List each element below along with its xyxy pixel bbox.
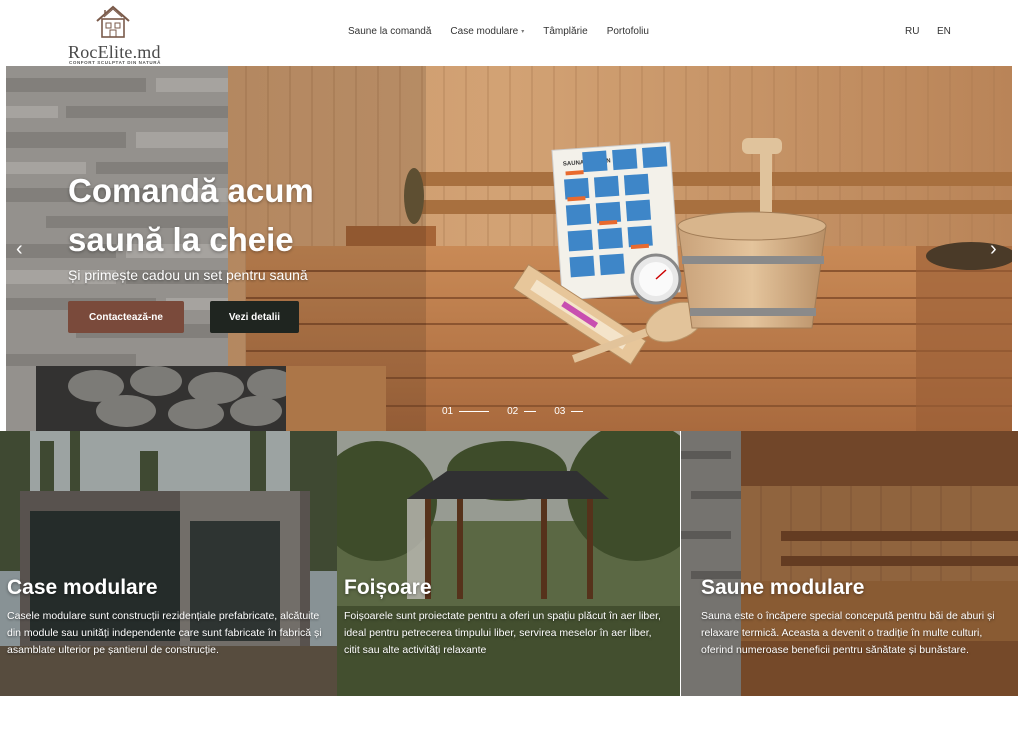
hero-subtitle: Și primește cadou un set pentru saună <box>68 267 308 283</box>
slide-dot-1[interactable]: 01 <box>442 406 490 417</box>
slider-pagination: 01 02 03 <box>442 406 584 417</box>
card-description: Casele modulare sunt construcții reziden… <box>7 610 322 656</box>
nav-label: Portofoliu <box>606 26 649 37</box>
nav-item-saune[interactable]: Saune la comandă <box>348 26 431 37</box>
hero-title: Comandă acum saună la cheie <box>68 172 314 258</box>
chevron-down-icon: ▾ <box>521 29 525 35</box>
card-foisoare[interactable]: Foișoare Foișoarele sunt proiectate pent… <box>337 431 680 696</box>
site-header: RocElite.md CONFORT SCULPTAT DIN NATURĂ … <box>0 0 1024 66</box>
card-saune-modulare[interactable]: Saune modulare Sauna este o încăpere spe… <box>681 431 1018 696</box>
card-title: Saune modulare <box>701 576 865 599</box>
nav-item-portofoliu[interactable]: Portofoliu <box>607 26 649 37</box>
card-description: Foișoarele sunt proiectate pentru a ofer… <box>344 610 661 656</box>
nav-label: Saune la comandă <box>348 26 432 37</box>
lang-ru[interactable]: RU <box>905 26 919 37</box>
slide-dot-2[interactable]: 02 <box>507 406 537 417</box>
hero-slider: SAUNA REGELN <box>6 66 1012 431</box>
details-button[interactable]: Vezi detalii <box>210 301 299 333</box>
card-title: Case modulare <box>7 576 158 599</box>
nav-label: Case modulare <box>450 26 519 37</box>
slide-number: 01 <box>442 406 454 417</box>
nav-item-tamplarie[interactable]: Tâmplărie <box>543 26 587 37</box>
slide-dot-3[interactable]: 03 <box>554 406 584 417</box>
card-description: Sauna este o încăpere special concepută … <box>701 610 995 656</box>
lang-en[interactable]: EN <box>937 26 951 37</box>
main-nav: Saune la comandă Case modulare ▾ Tâmplări… <box>348 26 668 37</box>
chevron-left-icon[interactable]: ‹ <box>16 238 23 261</box>
chevron-right-icon[interactable]: › <box>990 238 997 261</box>
slide-number: 03 <box>554 406 566 417</box>
contact-button[interactable]: Contactează-ne <box>68 301 184 333</box>
card-case-modulare[interactable]: Case modulare Casele modulare sunt const… <box>0 431 337 696</box>
slide-number: 02 <box>507 406 519 417</box>
nav-label: Tâmplărie <box>543 26 588 37</box>
house-icon <box>96 5 130 38</box>
logo-tagline: CONFORT SCULPTAT DIN NATURĂ <box>69 60 161 65</box>
nav-item-case-modulare[interactable]: Case modulare ▾ <box>450 26 524 37</box>
card-title: Foișoare <box>344 576 432 599</box>
logo[interactable]: RocElite.md CONFORT SCULPTAT DIN NATURĂ <box>66 4 162 66</box>
